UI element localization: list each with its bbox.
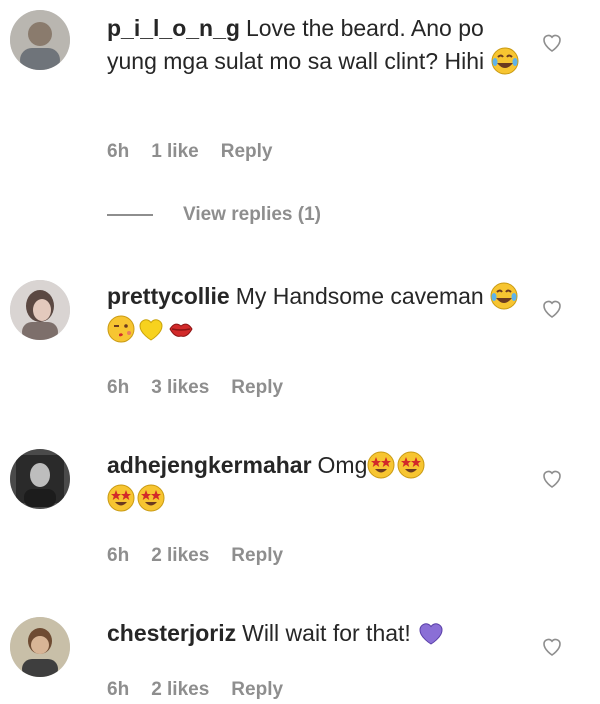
comment-text: My Handsome caveman bbox=[235, 283, 484, 309]
comment-meta: 6h 1 like Reply bbox=[107, 141, 272, 163]
heart-icon[interactable] bbox=[540, 466, 564, 490]
comment-time[interactable]: 6h bbox=[107, 679, 129, 701]
avatar[interactable] bbox=[10, 10, 70, 70]
avatar[interactable] bbox=[10, 280, 70, 340]
comment-likes[interactable]: 1 like bbox=[151, 141, 199, 163]
reply-button[interactable]: Reply bbox=[231, 377, 283, 399]
reply-button[interactable]: Reply bbox=[231, 545, 283, 567]
comment-time[interactable]: 6h bbox=[107, 377, 129, 399]
view-replies-label[interactable]: View replies (1) bbox=[183, 204, 321, 226]
purple-heart-emoji bbox=[417, 619, 445, 647]
face-with-tears-of-joy-emoji bbox=[491, 47, 519, 75]
comment-likes[interactable]: 3 likes bbox=[151, 377, 209, 399]
reply-button[interactable]: Reply bbox=[221, 141, 273, 163]
heart-icon[interactable] bbox=[540, 296, 564, 320]
divider-line bbox=[107, 214, 153, 216]
comment-username[interactable]: prettycollie bbox=[107, 283, 230, 309]
comment-likes[interactable]: 2 likes bbox=[151, 679, 209, 701]
winking-kiss-face-emoji bbox=[107, 315, 135, 343]
heart-icon[interactable] bbox=[540, 634, 564, 658]
comment-username[interactable]: adhejengkermahar bbox=[107, 452, 312, 478]
star-struck-emoji bbox=[137, 484, 165, 512]
comment-username[interactable]: p_i_l_o_n_g bbox=[107, 15, 240, 41]
comment-time[interactable]: 6h bbox=[107, 545, 129, 567]
comment-meta: 6h 2 likes Reply bbox=[107, 679, 283, 701]
avatar[interactable] bbox=[10, 617, 70, 677]
comment-time[interactable]: 6h bbox=[107, 141, 129, 163]
kiss-mark-emoji bbox=[167, 315, 195, 343]
comment-likes[interactable]: 2 likes bbox=[151, 545, 209, 567]
comment-text: Will wait for that! bbox=[242, 620, 411, 646]
view-replies-button[interactable]: View replies (1) bbox=[107, 204, 321, 226]
star-struck-emoji bbox=[107, 484, 135, 512]
comment-meta: 6h 2 likes Reply bbox=[107, 545, 283, 567]
comment-username[interactable]: chesterjoriz bbox=[107, 620, 236, 646]
comment-text: Omg bbox=[317, 452, 368, 478]
reply-button[interactable]: Reply bbox=[231, 679, 283, 701]
heart-icon[interactable] bbox=[540, 30, 564, 54]
star-struck-emoji bbox=[367, 451, 395, 479]
face-with-tears-of-joy-emoji bbox=[490, 282, 518, 310]
comment-meta: 6h 3 likes Reply bbox=[107, 377, 283, 399]
star-struck-emoji bbox=[397, 451, 425, 479]
yellow-heart-emoji bbox=[137, 315, 165, 343]
avatar[interactable] bbox=[10, 449, 70, 509]
